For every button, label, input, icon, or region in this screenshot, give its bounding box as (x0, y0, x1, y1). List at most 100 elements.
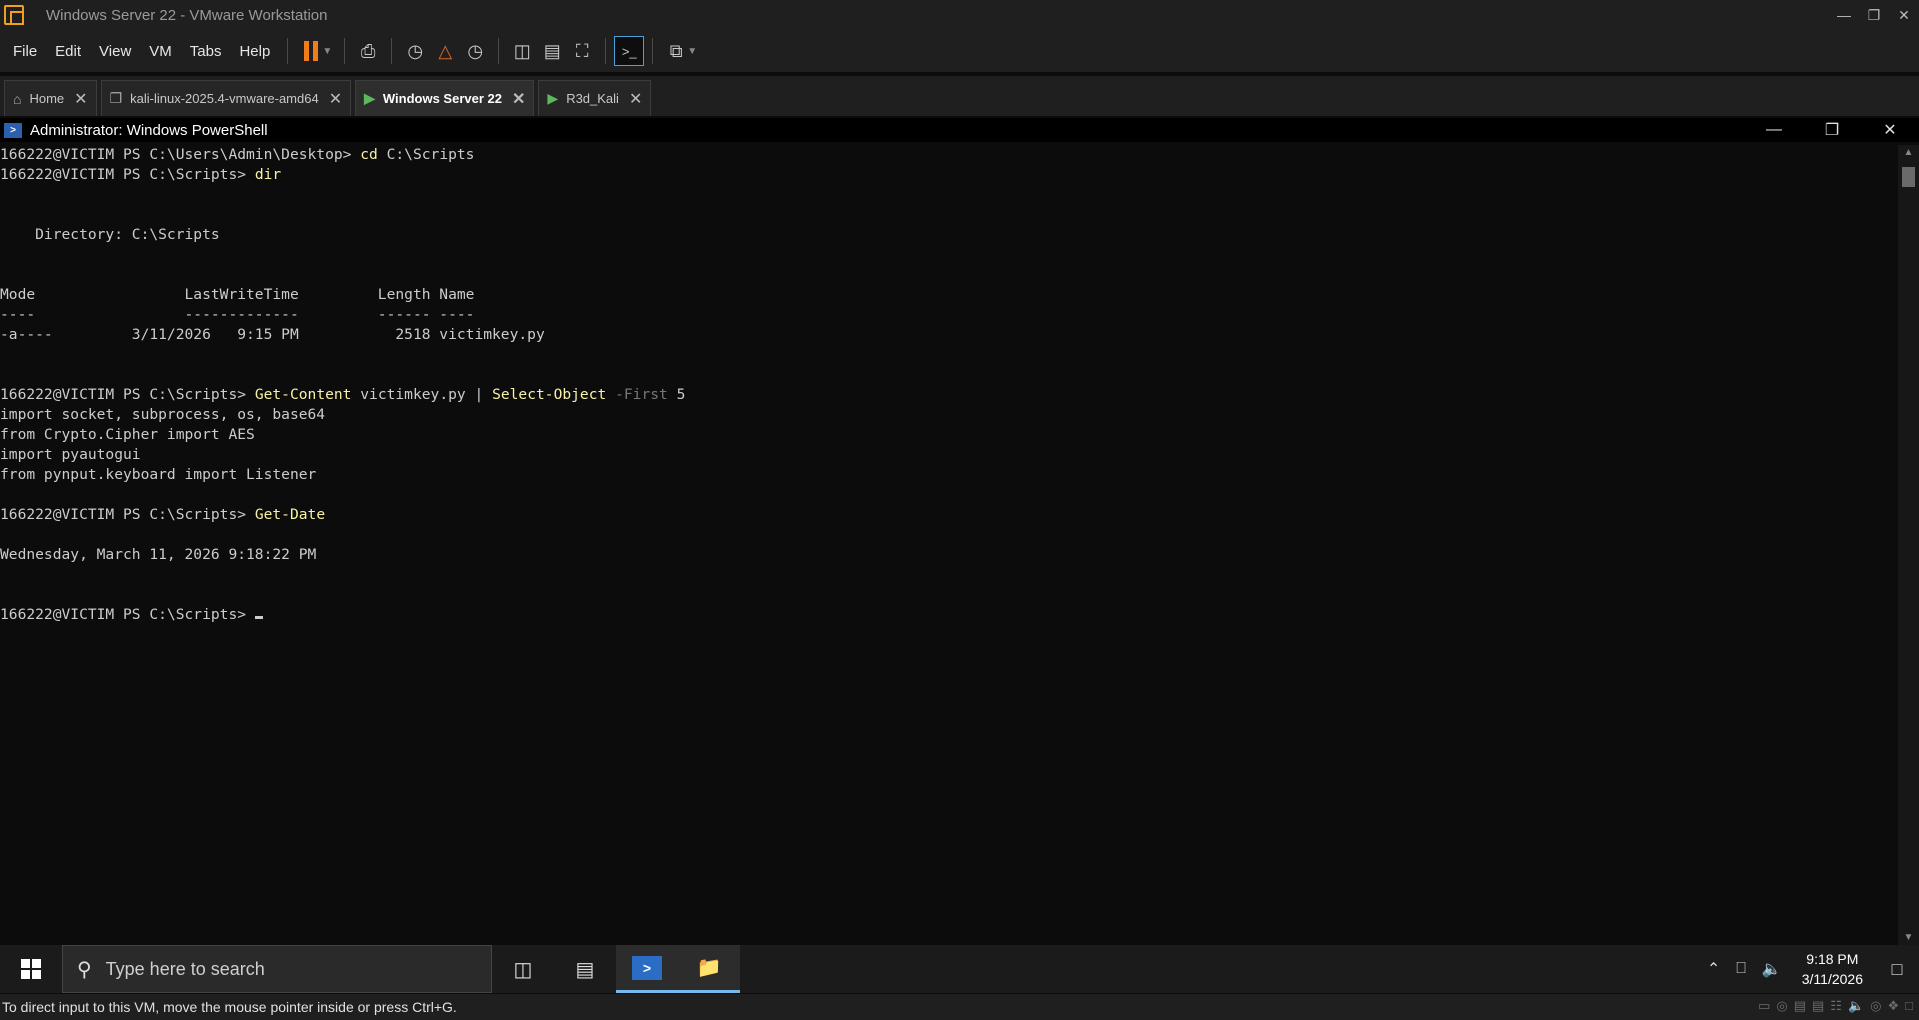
volume-muted-icon[interactable]: 🔈 (1754, 959, 1790, 979)
stretch-dropdown-icon[interactable]: ▼ (687, 46, 697, 57)
command-args: C:\Scripts (377, 146, 475, 163)
snapshot-icon[interactable]: ◷ (400, 36, 430, 66)
windows-taskbar: ⚲ Type here to search ◫ ▤ > 📁 ⌃ ⎕ 🔈 9:18… (0, 945, 1919, 993)
output-line: from Crypto.Cipher import AES (0, 426, 255, 443)
taskbar-search[interactable]: ⚲ Type here to search (62, 945, 492, 993)
windows-logo-icon (21, 959, 41, 979)
server-manager-icon: ▤ (575, 958, 595, 981)
menu-vm[interactable]: VM (140, 43, 181, 60)
network-icon[interactable]: ⎕ (1728, 960, 1754, 978)
console-line-empty (0, 485, 1896, 505)
start-button[interactable] (0, 945, 62, 993)
task-view-button[interactable]: ◫ (492, 945, 554, 993)
taskbar-app-server-manager[interactable]: ▤ (554, 945, 616, 993)
snapshot-manager-icon[interactable]: ◷ (460, 36, 490, 66)
send-ctrl-alt-del-icon[interactable]: ⎙ (353, 36, 383, 66)
output-line: import pyautogui (0, 446, 141, 463)
menu-edit[interactable]: Edit (46, 43, 90, 60)
console-line-empty (0, 365, 1896, 385)
taskbar-app-powershell[interactable]: > (616, 945, 678, 993)
console-line-empty (0, 345, 1896, 365)
usb-icon[interactable]: ☷ (1830, 998, 1842, 1014)
tab-label: R3d_Kali (566, 91, 619, 106)
scrollbar-thumb[interactable] (1902, 167, 1915, 187)
text-cursor (254, 616, 263, 619)
display-icon[interactable]: ◎ (1870, 998, 1881, 1014)
message-icon[interactable]: □ (1905, 998, 1913, 1014)
maximize-button[interactable]: ❐ (1803, 118, 1861, 142)
console-line-empty (0, 205, 1896, 225)
menu-help[interactable]: Help (230, 43, 279, 60)
tab-label: kali-linux-2025.4-vmware-amd64 (130, 91, 319, 106)
hard-disk-icon[interactable]: ▭ (1758, 998, 1770, 1014)
vmware-logo-icon (4, 5, 24, 25)
search-placeholder: Type here to search (105, 958, 265, 979)
close-icon[interactable]: ✕ (512, 89, 525, 109)
command-param: -First (606, 386, 668, 403)
tab-windows-server[interactable]: ▶ Windows Server 22 ✕ (355, 80, 535, 116)
menu-tabs[interactable]: Tabs (181, 43, 231, 60)
close-icon[interactable]: ✕ (629, 89, 642, 109)
folder-icon: 📁 (696, 957, 722, 979)
wireless-icon[interactable]: ❖ (1887, 998, 1899, 1014)
minimize-button[interactable]: — (1745, 118, 1803, 142)
prompt: 166222@VICTIM PS C:\Scripts> (0, 386, 255, 403)
close-icon[interactable]: ✕ (329, 89, 342, 109)
menu-view[interactable]: View (90, 43, 140, 60)
taskbar-app-file-explorer[interactable]: 📁 (678, 945, 740, 993)
vm-tab-bar: ⌂ Home ✕ ❐ kali-linux-2025.4-vmware-amd6… (0, 76, 1919, 116)
directory-header: Directory: C:\Scripts (0, 226, 220, 243)
system-tray: ⌃ ⎕ 🔈 9:18 PM 3/11/2026 □ (1699, 945, 1919, 993)
console-line-empty (0, 245, 1896, 265)
revert-snapshot-icon[interactable]: △ (430, 36, 460, 66)
tab-kali-linux[interactable]: ❐ kali-linux-2025.4-vmware-amd64 ✕ (100, 80, 352, 116)
menu-file[interactable]: File (4, 43, 46, 60)
vm-running-icon: ▶ (547, 90, 559, 106)
full-screen-icon[interactable]: ⛶ (567, 36, 597, 66)
notifications-icon[interactable]: □ (1875, 945, 1919, 993)
sound-icon[interactable]: 🔈 (1848, 998, 1864, 1014)
command-args: 5 (667, 386, 686, 403)
console-line-empty (0, 525, 1896, 545)
powershell-icon: > (632, 955, 662, 980)
tab-r3d-kali[interactable]: ▶ R3d_Kali ✕ (538, 80, 652, 116)
tab-label: Home (29, 91, 65, 106)
scroll-up-icon[interactable]: ▲ (1898, 147, 1919, 158)
console-line: 166222@VICTIM PS C:\Scripts> Get-Content… (0, 385, 1896, 405)
console-line-empty (0, 585, 1896, 605)
column-underline: ---- ------------- ------ ---- (0, 306, 475, 323)
prompt: 166222@VICTIM PS C:\Scripts> (0, 166, 255, 183)
toolbar-divider (287, 38, 289, 64)
cd-drive-icon[interactable]: ◎ (1776, 998, 1787, 1014)
search-icon: ⚲ (77, 958, 92, 981)
library-view-icon[interactable]: ◫ (507, 36, 537, 66)
thumbnail-bar-icon[interactable]: ▤ (537, 36, 567, 66)
column-header: Mode LastWriteTime Length Name (0, 286, 475, 303)
close-button[interactable]: ✕ (1889, 0, 1919, 30)
toolbar-divider (344, 38, 346, 64)
powershell-console[interactable]: 166222@VICTIM PS C:\Users\Admin\Desktop>… (0, 145, 1896, 945)
console-view-icon[interactable]: >_ (614, 36, 645, 66)
chevron-up-icon[interactable]: ⌃ (1699, 959, 1728, 979)
close-button[interactable]: ✕ (1861, 118, 1919, 142)
restore-button[interactable]: ❐ (1859, 0, 1889, 30)
command: dir (254, 166, 282, 183)
output-line: from pynput.keyboard import Listener (0, 466, 317, 483)
tab-home[interactable]: ⌂ Home ✕ (4, 80, 97, 116)
scroll-down-icon[interactable]: ▼ (1898, 932, 1919, 943)
close-icon[interactable]: ✕ (74, 89, 87, 109)
network-adapter-icon[interactable]: ▤ (1794, 998, 1806, 1014)
network-adapter-icon[interactable]: ▤ (1812, 998, 1824, 1014)
prompt: 166222@VICTIM PS C:\Scripts> (0, 606, 255, 623)
toolbar-divider (391, 38, 393, 64)
clock-time: 9:18 PM (1806, 951, 1859, 967)
date-output: Wednesday, March 11, 2026 9:18:22 PM (0, 546, 317, 563)
taskbar-clock[interactable]: 9:18 PM 3/11/2026 (1790, 949, 1875, 989)
console-scrollbar[interactable]: ▲ ▼ (1898, 145, 1919, 945)
prompt: 166222@VICTIM PS C:\Users\Admin\Desktop> (0, 146, 361, 163)
console-line: 166222@VICTIM PS C:\Scripts> (0, 605, 1896, 625)
pause-dropdown-icon[interactable]: ▼ (322, 46, 332, 57)
window-title: Windows Server 22 - VMware Workstation (46, 6, 328, 24)
device-status-icons: ▭ ◎ ▤ ▤ ☷ 🔈 ◎ ❖ □ (1758, 998, 1913, 1014)
minimize-button[interactable]: — (1829, 0, 1859, 30)
